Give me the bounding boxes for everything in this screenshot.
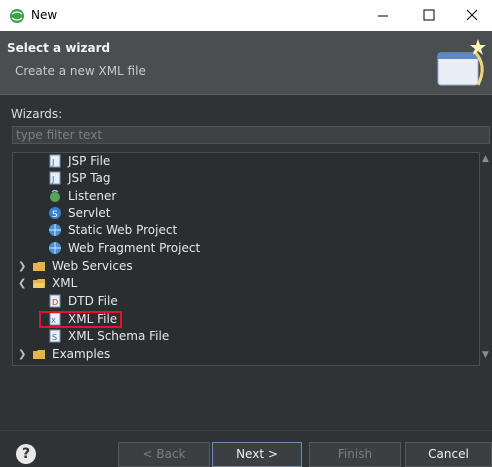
selection-highlight	[39, 311, 122, 328]
header-separator	[0, 94, 492, 95]
tree-scrollbar[interactable]: ▲ ▼	[480, 152, 492, 366]
back-button[interactable]: < Back	[118, 442, 210, 467]
scroll-down-icon[interactable]: ▼	[482, 350, 489, 360]
tree-item-label: Static Web Project	[68, 223, 178, 237]
header-description: Create a new XML file	[15, 64, 146, 78]
eclipse-app-icon	[10, 9, 24, 23]
folder-icon	[33, 350, 45, 359]
dtd-file-icon: D	[49, 294, 61, 308]
minimize-icon[interactable]	[360, 0, 406, 31]
tree-item-label: XML Schema File	[68, 329, 170, 343]
footer-separator	[0, 430, 492, 431]
wizard-header: Select a wizard Create a new XML file	[0, 31, 492, 94]
tree-item-label: Listener	[68, 189, 117, 203]
cancel-button[interactable]: Cancel	[405, 442, 492, 467]
tree-item-label: Web Fragment Project	[68, 241, 201, 255]
jsp-tag-icon: J	[49, 171, 61, 185]
xml-schema-file-icon: S	[49, 329, 61, 343]
folder-open-icon	[33, 279, 45, 288]
svg-text:S: S	[52, 210, 58, 220]
listener-icon	[50, 189, 60, 202]
folder-icon	[33, 262, 45, 271]
svg-text:D: D	[52, 298, 58, 307]
svg-text:J: J	[51, 175, 54, 184]
tree-item-label: JSP Tag	[68, 171, 111, 185]
chevron-down-icon[interactable]: ❮	[18, 275, 26, 292]
chevron-right-icon[interactable]: ❯	[18, 346, 26, 363]
svg-text:J: J	[51, 158, 54, 167]
tree-item-label: XML	[52, 276, 78, 290]
static-web-project-icon	[49, 224, 61, 236]
next-button[interactable]: Next >	[212, 442, 302, 467]
header-title: Select a wizard	[7, 41, 111, 55]
tree-item-label: DTD File	[68, 294, 118, 308]
tree-item-label: Web Services	[52, 259, 133, 273]
close-icon[interactable]	[452, 0, 492, 31]
tree-item-label: Examples	[52, 347, 111, 361]
help-icon[interactable]: ?	[16, 444, 36, 464]
title-bar: New	[0, 0, 492, 31]
maximize-icon[interactable]	[406, 0, 452, 31]
wizard-banner-icon	[437, 39, 486, 86]
tree-item-label: JSP File	[68, 154, 111, 168]
wizards-label: Wizards:	[11, 107, 63, 121]
tree-item-label: Servlet	[68, 206, 111, 220]
svg-text:S: S	[52, 333, 57, 342]
scroll-up-icon[interactable]: ▲	[482, 154, 489, 164]
web-fragment-project-icon	[49, 242, 61, 254]
chevron-right-icon[interactable]: ❯	[18, 258, 26, 275]
window-title: New	[31, 8, 58, 22]
servlet-icon: S	[49, 207, 61, 220]
finish-button[interactable]: Finish	[309, 442, 401, 467]
filter-input[interactable]: type filter text	[12, 126, 490, 144]
jsp-file-icon: J	[49, 154, 61, 168]
